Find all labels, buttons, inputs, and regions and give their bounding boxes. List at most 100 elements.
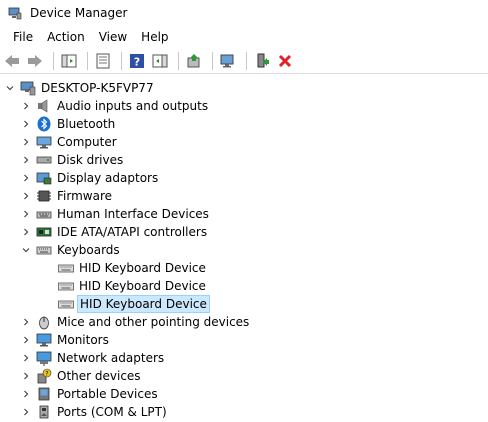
show-action-pane-icon xyxy=(152,54,168,67)
tree-device-item[interactable]: HID Keyboard Device xyxy=(0,259,488,277)
enable-device-icon xyxy=(257,53,269,67)
network-adapter-icon xyxy=(36,350,52,366)
tree-category-label: Human Interface Devices xyxy=(57,207,209,221)
tree-category-bluetooth[interactable]: Bluetooth xyxy=(0,115,488,133)
tree-category-label: Firmware xyxy=(57,189,112,203)
tree-category-mice-and-other-pointing-devices[interactable]: Mice and other pointing devices xyxy=(0,313,488,331)
tree-root-label: DESKTOP-K5FVP77 xyxy=(41,81,154,95)
monitor-icon xyxy=(36,332,52,348)
keyboard-device-icon xyxy=(58,296,74,312)
tree-category-label: Audio inputs and outputs xyxy=(57,99,209,113)
scan-hardware-button[interactable] xyxy=(218,51,238,71)
back-icon xyxy=(5,54,19,67)
tree-device-label: HID Keyboard Device xyxy=(79,261,206,275)
mouse-icon xyxy=(36,314,52,330)
menu-action[interactable]: Action xyxy=(40,28,92,46)
chevron-right-icon[interactable] xyxy=(20,97,32,115)
chevron-right-icon[interactable] xyxy=(20,169,32,187)
hid-icon xyxy=(36,206,52,222)
tree-category-computer[interactable]: Computer xyxy=(0,133,488,151)
toolbar-separator xyxy=(212,51,213,70)
toolbar-separator xyxy=(178,51,179,70)
scan-hardware-icon xyxy=(220,54,234,67)
title-bar: Device Manager xyxy=(0,0,488,26)
keyboard-device-icon xyxy=(58,278,74,294)
forward-button[interactable] xyxy=(25,51,45,71)
bluetooth-icon xyxy=(36,116,52,132)
chevron-right-icon[interactable] xyxy=(20,151,32,169)
tree-category-label: Monitors xyxy=(57,333,109,347)
svg-text:?: ? xyxy=(134,55,140,68)
tree-category-disk-drives[interactable]: Disk drives xyxy=(0,151,488,169)
properties-button[interactable] xyxy=(93,51,113,71)
tree-category-label: Ports (COM & LPT) xyxy=(57,405,167,419)
other-devices-icon: ? xyxy=(36,368,52,384)
chevron-right-icon[interactable] xyxy=(20,115,32,133)
tree-category-monitors[interactable]: Monitors xyxy=(0,331,488,349)
back-button[interactable] xyxy=(2,51,22,71)
window-title: Device Manager xyxy=(30,6,128,20)
update-driver-icon xyxy=(187,53,200,67)
toolbar-separator xyxy=(87,51,88,70)
chevron-right-icon[interactable] xyxy=(20,385,32,403)
uninstall-device-button[interactable] xyxy=(275,51,295,71)
tree-category-label: Other devices xyxy=(57,369,141,383)
svg-text:?: ? xyxy=(45,371,48,378)
tree-category-firmware[interactable]: Firmware xyxy=(0,187,488,205)
tree-device-item[interactable]: HID Keyboard Device xyxy=(0,277,488,295)
chevron-right-icon[interactable] xyxy=(20,133,32,151)
show-action-pane-button[interactable] xyxy=(150,51,170,71)
tree-device-label: HID Keyboard Device xyxy=(79,279,206,293)
tree-category-label: Portable Devices xyxy=(57,387,158,401)
device-manager-icon xyxy=(8,6,22,20)
tree-category-audio-inputs-and-outputs[interactable]: Audio inputs and outputs xyxy=(0,97,488,115)
chevron-right-icon[interactable] xyxy=(20,313,32,331)
disk-drive-icon xyxy=(36,152,52,168)
chevron-down-icon[interactable] xyxy=(4,79,16,97)
tree-category-portable-devices[interactable]: Portable Devices xyxy=(0,385,488,403)
tree-category-ports-com-lpt[interactable]: Ports (COM & LPT) xyxy=(0,403,488,421)
menu-view[interactable]: View xyxy=(92,28,134,46)
toolbar-separator xyxy=(121,51,122,70)
toolbar-separator xyxy=(53,51,54,70)
show-hide-console-tree-icon xyxy=(61,54,77,67)
chevron-right-icon[interactable] xyxy=(20,403,32,421)
keyboard-device-icon xyxy=(58,260,74,276)
tree-category-display-adaptors[interactable]: Display adaptors xyxy=(0,169,488,187)
help-icon: ? xyxy=(130,53,144,68)
menu-file[interactable]: File xyxy=(6,28,40,46)
speaker-icon xyxy=(36,98,52,114)
chevron-right-icon[interactable] xyxy=(20,187,32,205)
properties-icon xyxy=(96,53,110,68)
menu-help[interactable]: Help xyxy=(134,28,175,46)
chevron-right-icon[interactable] xyxy=(20,331,32,349)
chevron-down-icon[interactable] xyxy=(20,241,32,259)
tree-category-human-interface-devices[interactable]: Human Interface Devices xyxy=(0,205,488,223)
tree-category-keyboards[interactable]: Keyboards xyxy=(0,241,488,259)
chevron-right-icon[interactable] xyxy=(20,367,32,385)
tree-device-item[interactable]: HID Keyboard Device xyxy=(0,295,488,313)
uninstall-device-icon xyxy=(278,54,292,67)
update-driver-button[interactable] xyxy=(184,51,204,71)
tree-category-network-adapters[interactable]: Network adapters xyxy=(0,349,488,367)
keyboard-icon xyxy=(36,242,52,258)
tree-category-other-devices[interactable]: ? Other devices xyxy=(0,367,488,385)
computer-icon xyxy=(36,134,52,150)
chevron-right-icon[interactable] xyxy=(20,223,32,241)
display-adapter-icon xyxy=(36,170,52,186)
tree-category-label: Disk drives xyxy=(57,153,124,167)
ide-controller-icon xyxy=(36,224,52,240)
tree-category-label: Display adaptors xyxy=(57,171,159,185)
help-button[interactable]: ? xyxy=(127,51,147,71)
tree-category-label: Mice and other pointing devices xyxy=(57,315,250,329)
toolbar: ? xyxy=(0,48,488,74)
chevron-right-icon[interactable] xyxy=(20,205,32,223)
tree-root[interactable]: DESKTOP-K5FVP77 xyxy=(0,79,488,97)
tree-category-ide-ata-atapi-controllers[interactable]: IDE ATA/ATAPI controllers xyxy=(0,223,488,241)
device-tree: DESKTOP-K5FVP77 Audio inputs and outputs… xyxy=(0,74,488,421)
portable-device-icon xyxy=(36,386,52,402)
tree-category-label: Keyboards xyxy=(57,243,120,257)
enable-device-button[interactable] xyxy=(252,51,272,71)
show-hide-console-tree-button[interactable] xyxy=(59,51,79,71)
chevron-right-icon[interactable] xyxy=(20,349,32,367)
